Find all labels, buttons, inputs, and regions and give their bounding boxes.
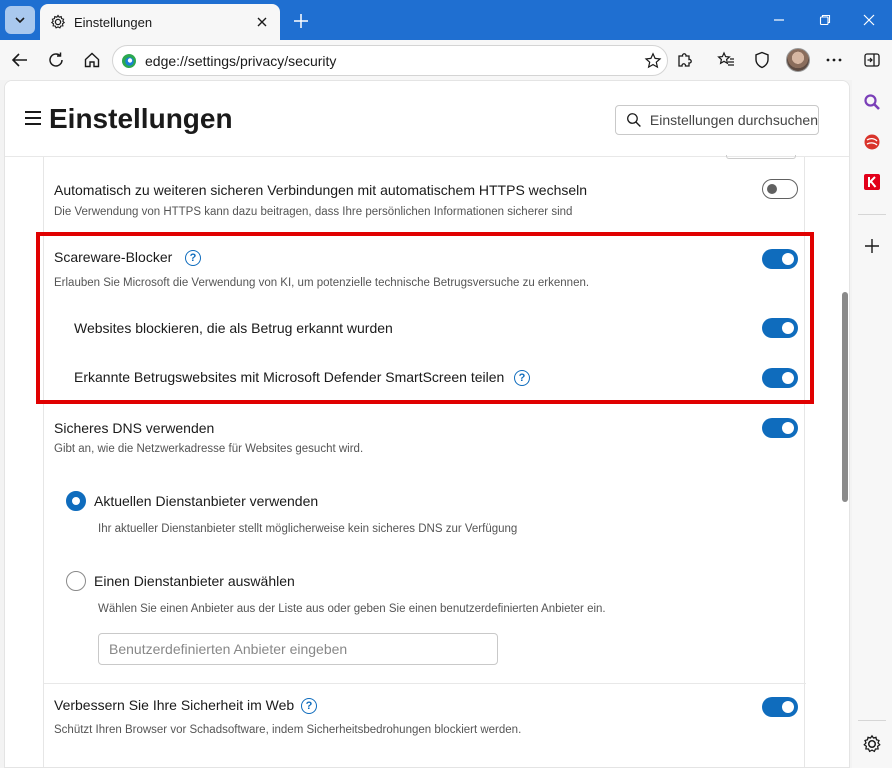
browser-essentials-button[interactable] bbox=[748, 46, 776, 74]
tab-actions-menu-button[interactable] bbox=[5, 6, 35, 34]
close-icon bbox=[257, 17, 267, 27]
favorites-button[interactable] bbox=[712, 46, 740, 74]
search-placeholder: Einstellungen durchsuchen bbox=[649, 112, 818, 128]
globe-app-icon bbox=[864, 134, 880, 150]
arrow-left-icon bbox=[11, 53, 27, 67]
sidebar-web-app-button[interactable] bbox=[860, 130, 884, 154]
https-toggle[interactable] bbox=[762, 179, 798, 199]
edge-logo-icon bbox=[122, 53, 136, 68]
search-icon bbox=[864, 94, 880, 110]
refresh-icon bbox=[49, 52, 63, 67]
improve-security-title: Verbessern Sie Ihre Sicherheit im Web bbox=[54, 697, 295, 713]
secure-dns-toggle[interactable] bbox=[762, 418, 798, 438]
close-window-button[interactable] bbox=[846, 6, 892, 34]
shield-icon bbox=[755, 51, 769, 69]
dns-choose-desc: Wählen Sie einen Anbieter aus der Liste … bbox=[98, 603, 606, 615]
url-text: edge://settings/privacy/security bbox=[145, 52, 337, 69]
navigation-toolbar: edge://settings/privacy/security bbox=[0, 40, 892, 80]
divider bbox=[44, 683, 806, 684]
home-icon bbox=[84, 52, 100, 68]
custom-dns-input[interactable]: Benutzerdefinierten Anbieter eingeben bbox=[98, 633, 498, 665]
secure-dns-desc: Gibt an, wie die Netzwerkadresse für Web… bbox=[54, 443, 364, 455]
improve-security-desc: Schützt Ihren Browser vor Schadsoftware,… bbox=[54, 724, 522, 736]
plus-icon bbox=[865, 239, 879, 253]
address-bar[interactable]: edge://settings/privacy/security bbox=[112, 45, 668, 76]
favorite-star-button[interactable] bbox=[639, 47, 667, 75]
title-bar: Einstellungen bbox=[0, 0, 892, 40]
new-tab-button[interactable] bbox=[288, 8, 314, 34]
more-menu-button[interactable] bbox=[820, 46, 848, 74]
settings-page: Einstellungen Einstellungen durchsuchen … bbox=[4, 80, 850, 768]
home-button[interactable] bbox=[78, 46, 106, 74]
minimize-button[interactable] bbox=[756, 6, 802, 34]
dns-current-desc: Ihr aktueller Dienstanbieter stellt mögl… bbox=[98, 523, 518, 535]
puzzle-icon bbox=[678, 53, 692, 67]
sidebar-divider bbox=[858, 214, 886, 215]
sidebar-k-app-button[interactable] bbox=[860, 170, 884, 194]
favorites-list-icon bbox=[717, 51, 734, 66]
dns-current-radio[interactable] bbox=[66, 491, 86, 511]
dns-choose-radio[interactable] bbox=[66, 571, 86, 591]
sidebar-add-button[interactable] bbox=[860, 234, 884, 258]
settings-header: Einstellungen Einstellungen durchsuchen bbox=[5, 81, 849, 157]
edge-sidebar bbox=[852, 80, 892, 768]
page-title: Einstellungen bbox=[49, 103, 233, 134]
search-icon bbox=[627, 113, 641, 127]
star-icon bbox=[644, 51, 662, 68]
sidebar-settings-button[interactable] bbox=[860, 732, 884, 756]
extensions-button[interactable] bbox=[671, 46, 699, 74]
chevron-down-icon bbox=[15, 17, 25, 24]
sidebar-divider bbox=[858, 720, 886, 721]
settings-search-input[interactable]: Einstellungen durchsuchen bbox=[615, 105, 819, 135]
close-icon bbox=[863, 14, 875, 26]
hamburger-menu-icon[interactable] bbox=[25, 111, 41, 125]
restore-icon bbox=[819, 14, 831, 26]
sidebar-toggle-button[interactable] bbox=[858, 46, 886, 74]
sidebar-search-button[interactable] bbox=[860, 90, 884, 114]
https-setting-desc: Die Verwendung von HTTPS kann dazu beitr… bbox=[54, 206, 573, 218]
tab-settings[interactable]: Einstellungen bbox=[40, 4, 280, 40]
dns-choose-title: Einen Dienstanbieter auswählen bbox=[94, 573, 295, 589]
gear-icon bbox=[863, 734, 881, 753]
page-scrollbar[interactable] bbox=[842, 292, 848, 502]
previous-control-edge bbox=[726, 155, 796, 159]
tab-title: Einstellungen bbox=[74, 14, 153, 30]
tab-close-button[interactable] bbox=[250, 10, 274, 34]
restore-button[interactable] bbox=[802, 6, 848, 34]
secure-dns-title: Sicheres DNS verwenden bbox=[54, 420, 215, 436]
dns-current-title: Aktuellen Dienstanbieter verwenden bbox=[94, 493, 319, 509]
improve-security-toggle[interactable] bbox=[762, 697, 798, 717]
scareware-highlight-box bbox=[36, 232, 814, 404]
refresh-button[interactable] bbox=[42, 46, 70, 74]
https-setting-title: Automatisch zu weiteren sicheren Verbind… bbox=[54, 182, 588, 198]
more-icon bbox=[826, 58, 842, 62]
plus-icon bbox=[294, 14, 308, 28]
improve-security-help-icon[interactable]: ? bbox=[301, 698, 317, 714]
minimize-icon bbox=[774, 19, 784, 21]
back-button[interactable] bbox=[6, 46, 34, 74]
gear-icon bbox=[50, 14, 66, 29]
k-app-icon bbox=[864, 174, 880, 190]
profile-avatar[interactable] bbox=[786, 48, 810, 72]
sidebar-icon bbox=[864, 53, 880, 67]
